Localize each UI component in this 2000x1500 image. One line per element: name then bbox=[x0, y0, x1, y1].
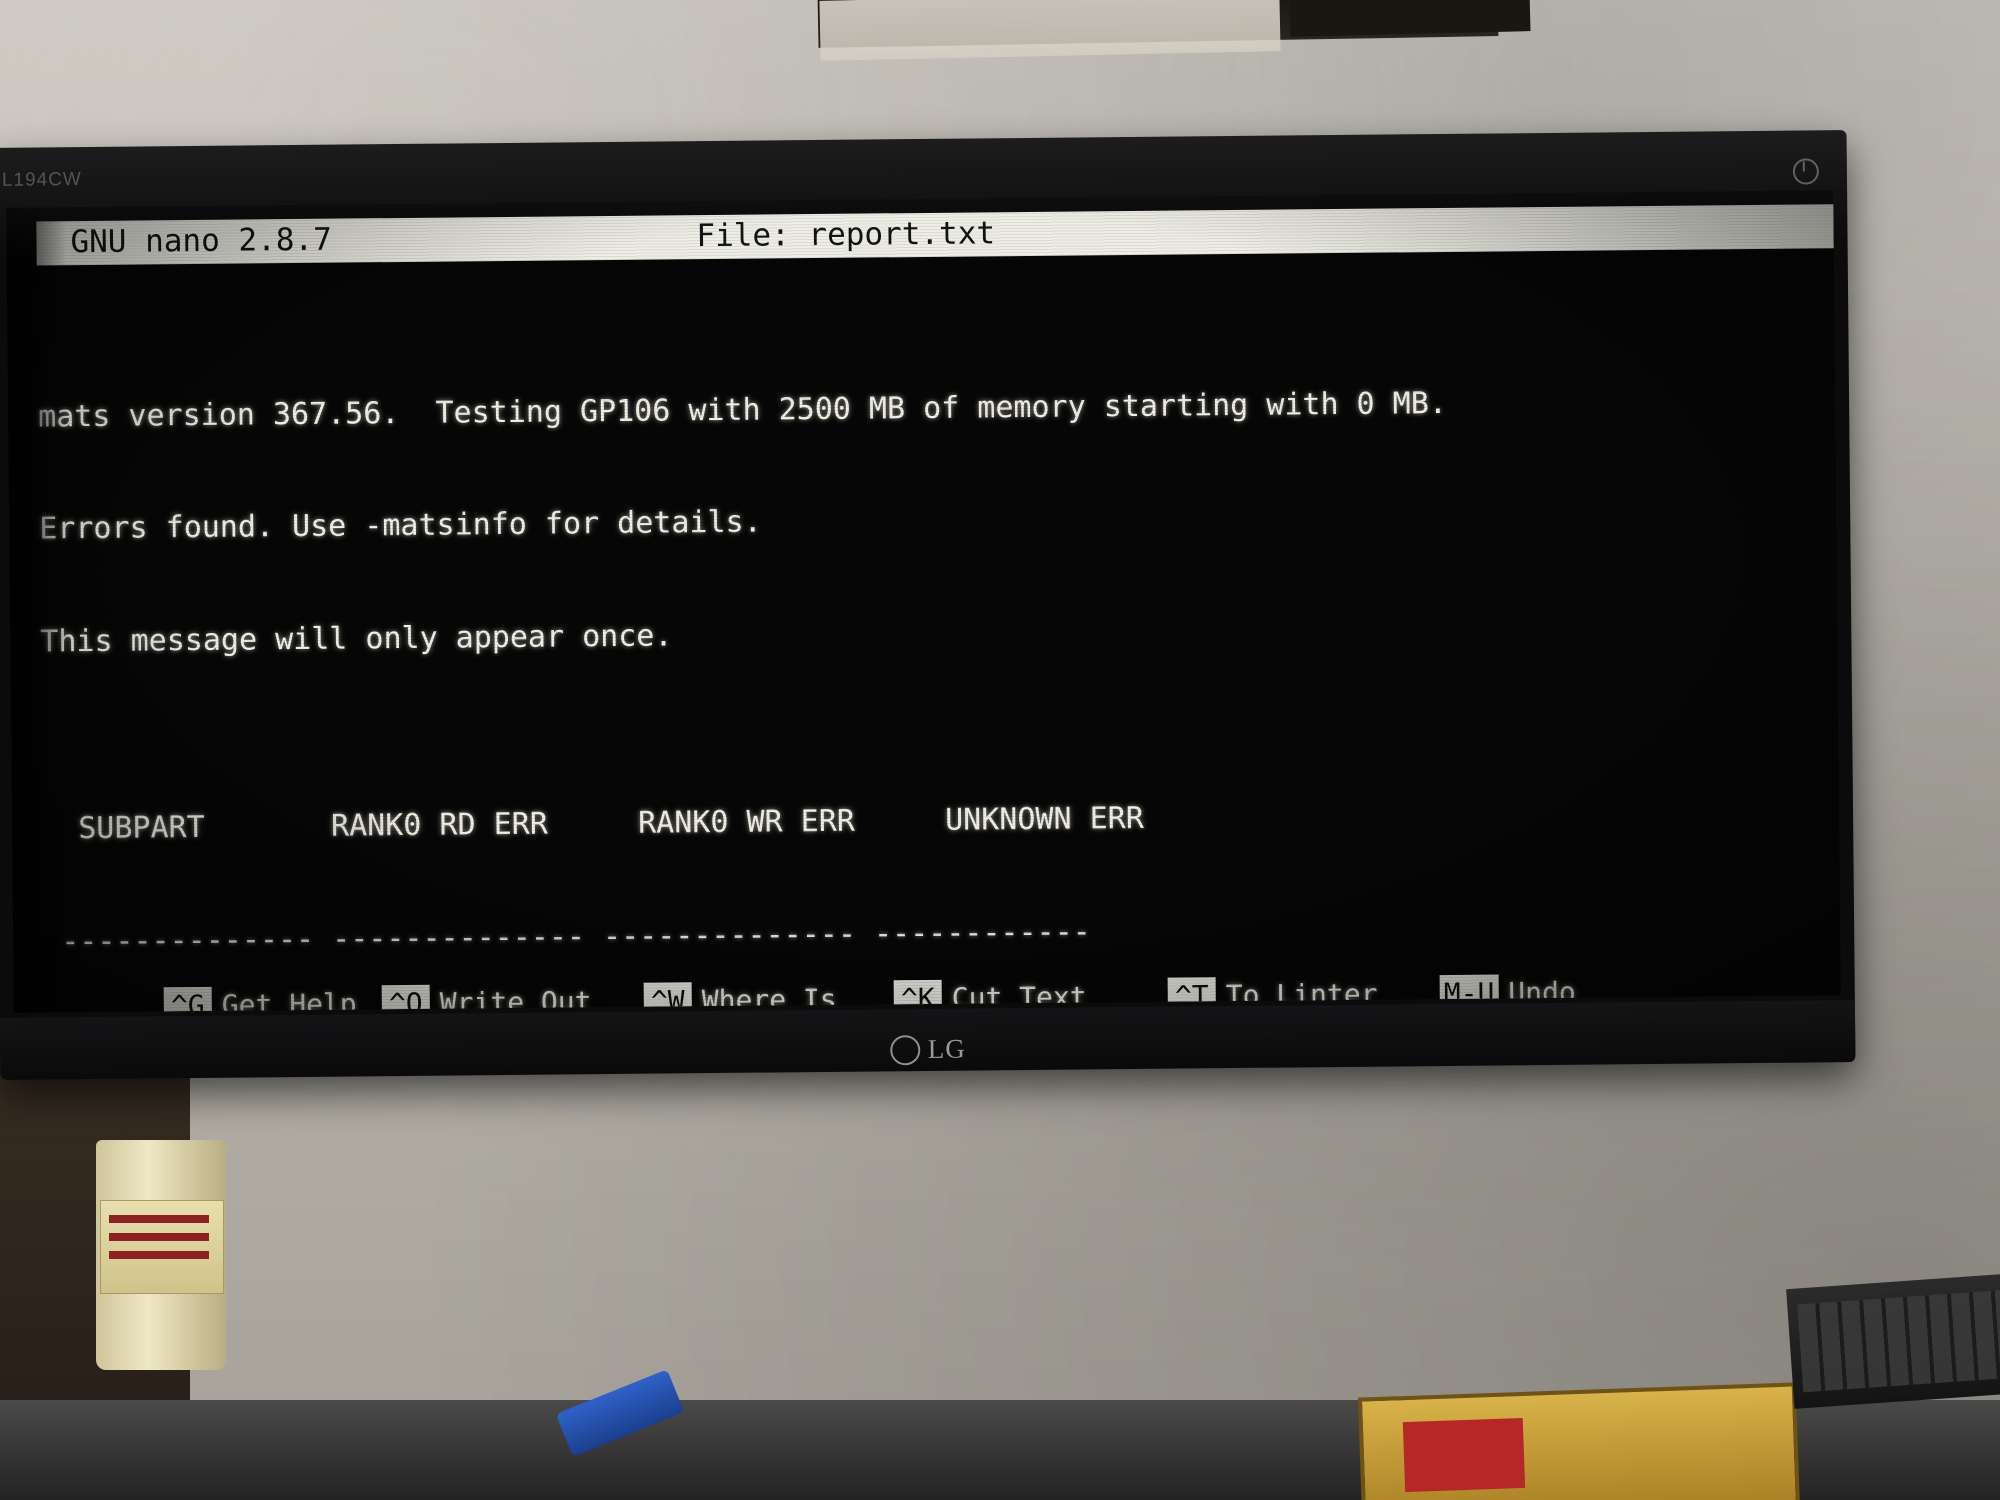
shortcut-key: ^G bbox=[163, 986, 213, 1013]
monitor-model-label: L194CW bbox=[1, 169, 82, 191]
shortcut-label: Where Is bbox=[701, 982, 837, 1013]
buffer-line: Errors found. Use -matsinfo for details. bbox=[39, 504, 762, 547]
screenshot-root: L194CW GNU nano 2.8.7 File: report.txt m… bbox=[0, 0, 2000, 1500]
yellow-box bbox=[1357, 1382, 1801, 1500]
buffer-line: This message will only appear once. bbox=[40, 617, 673, 659]
buffer-line: mats version 367.56. Testing GP106 with … bbox=[37, 385, 1448, 434]
monitor-bezel: L194CW GNU nano 2.8.7 File: report.txt m… bbox=[0, 130, 1856, 1080]
jar-label bbox=[100, 1200, 224, 1294]
nano-filename-label: File: report.txt bbox=[696, 215, 996, 255]
shortcut-key: ^W bbox=[643, 982, 692, 1013]
shortcut-write-out[interactable]: ^O Write Out bbox=[381, 983, 622, 1013]
brand-logo: LG bbox=[889, 1033, 966, 1066]
shortcut-key: ^K bbox=[893, 979, 942, 1013]
shortcut-key: ^O bbox=[381, 984, 430, 1013]
nano-editor: GNU nano 2.8.7 File: report.txt mats ver… bbox=[6, 190, 1841, 1013]
shortcut-label: Write Out bbox=[439, 985, 592, 1013]
brand-name: LG bbox=[927, 1033, 966, 1064]
ceiling-dark-panel-secondary bbox=[1289, 0, 1531, 37]
monitor-screen: GNU nano 2.8.7 File: report.txt mats ver… bbox=[6, 190, 1841, 1013]
shortcut-where-is[interactable]: ^W Where Is bbox=[643, 981, 872, 1013]
nano-shortcut-bar: ^G Get Help ^O Write Out ^W Where Is ^K Cut Tex… bbox=[163, 896, 1726, 1013]
th-subpart: SUBPART RANK0 RD ERR RANK0 WR ERR UNKNOW… bbox=[41, 800, 1145, 847]
shortcut-get-help[interactable]: ^G Get Help bbox=[163, 985, 360, 1013]
keyboard bbox=[1786, 1271, 2000, 1409]
shortcut-label: Get Help bbox=[221, 987, 357, 1013]
table-header-row: SUBPART RANK0 RD ERR RANK0 WR ERR UNKNOW… bbox=[42, 793, 1841, 848]
nano-title-bar: GNU nano 2.8.7 File: report.txt bbox=[36, 204, 1837, 266]
lg-circle-icon bbox=[889, 1034, 920, 1065]
power-button-icon[interactable] bbox=[1792, 158, 1820, 185]
nano-version-label: GNU nano 2.8.7 bbox=[70, 221, 332, 261]
wall-tape-strip bbox=[819, 0, 1281, 61]
